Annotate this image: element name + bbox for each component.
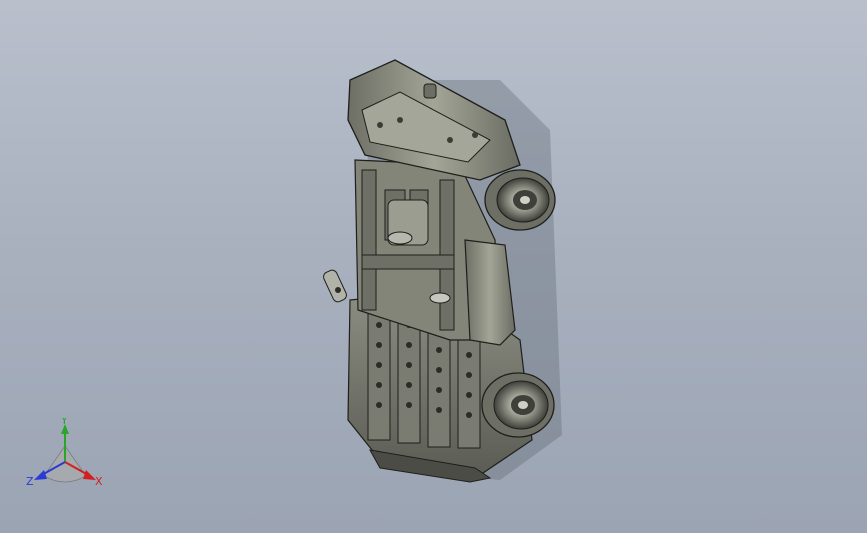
z-axis-label: Z bbox=[26, 475, 34, 488]
y-axis-label: Y bbox=[60, 418, 68, 427]
rear-wheel bbox=[481, 372, 555, 438]
axis-triad: Y X Z bbox=[26, 418, 103, 488]
front-wheel bbox=[484, 169, 556, 231]
graphics-viewport[interactable]: Y X Z bbox=[0, 0, 867, 533]
assembly-model[interactable] bbox=[300, 40, 580, 490]
x-axis-label: X bbox=[95, 475, 103, 488]
z-arrow-icon bbox=[34, 470, 47, 480]
lever-arm bbox=[323, 269, 347, 303]
top-knob bbox=[423, 83, 437, 99]
